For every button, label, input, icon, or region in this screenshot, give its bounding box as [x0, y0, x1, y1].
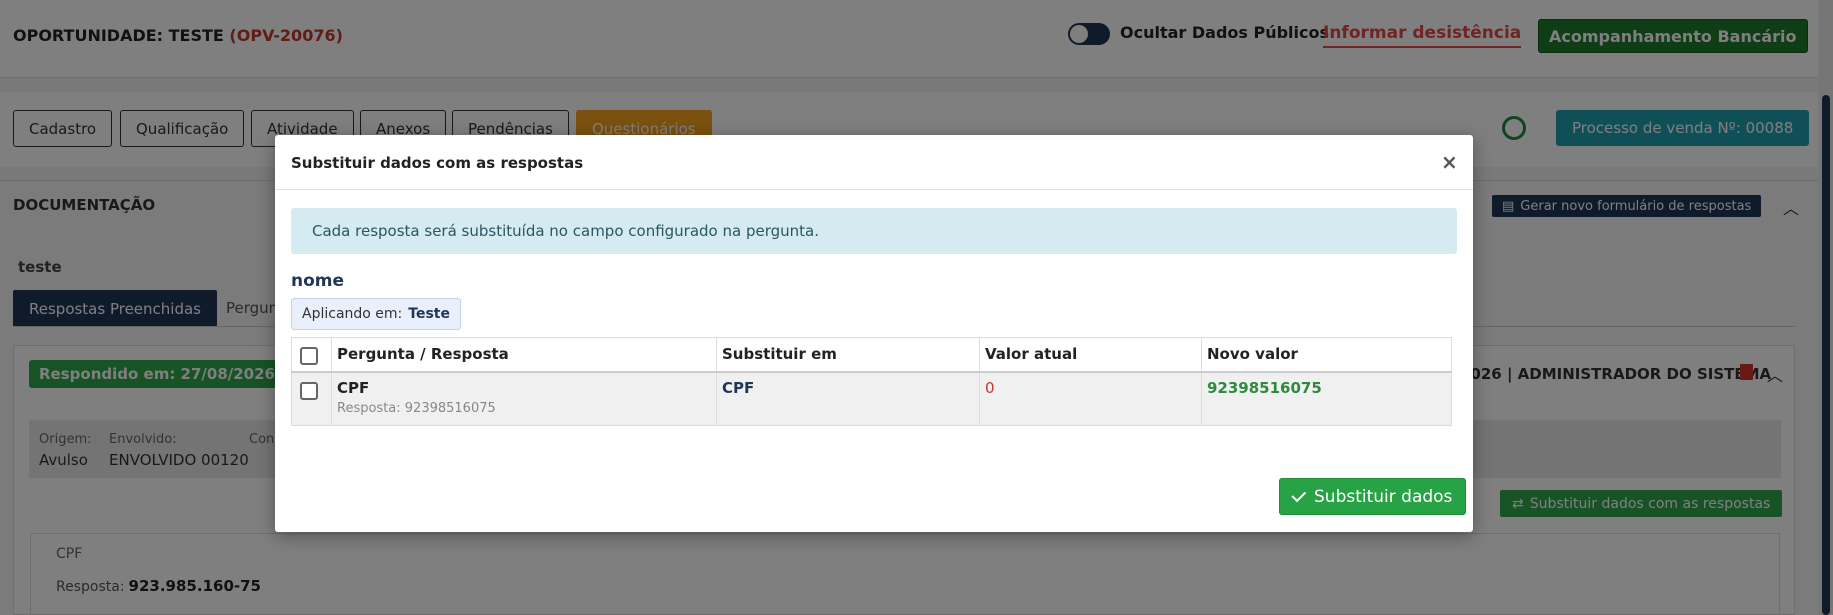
modal-title: Substituir dados com as respostas — [291, 154, 584, 172]
column-header-current-value: Valor atual — [979, 337, 1202, 373]
answers-table: Pergunta / Resposta Substituir em Valor … — [291, 337, 1452, 426]
applying-value: Teste — [408, 306, 450, 322]
confirm-substitute-button[interactable]: Substituir dados — [1279, 478, 1467, 515]
row-check-cell — [291, 371, 332, 426]
field-name: nome — [291, 271, 345, 291]
substitute-modal: Substituir dados com as respostas × Cada… — [275, 135, 1473, 532]
current-value-cell: 0 — [979, 371, 1202, 426]
applying-badge: Aplicando em: Teste — [291, 298, 461, 330]
new-value-cell: 92398516075 — [1201, 371, 1452, 426]
applying-label: Aplicando em: — [302, 306, 403, 322]
select-all-cell — [291, 337, 332, 373]
column-header-replace-in: Substituir em — [716, 337, 980, 373]
question-text: CPF — [337, 378, 370, 397]
check-icon — [1291, 486, 1307, 502]
close-icon[interactable]: × — [1441, 150, 1458, 174]
replace-in-cell: CPF — [716, 371, 980, 426]
modal-header: Substituir dados com as respostas × — [275, 135, 1473, 190]
row-checkbox[interactable] — [300, 381, 318, 400]
select-all-checkbox[interactable] — [300, 346, 318, 365]
table-row: CPF Resposta: 92398516075 CPF 0 92398516… — [291, 371, 1452, 426]
confirm-substitute-label: Substituir dados — [1314, 486, 1453, 507]
column-header-new-value: Novo valor — [1201, 337, 1452, 373]
info-alert: Cada resposta será substituída no campo … — [291, 208, 1457, 254]
answer-text: Resposta: 92398516075 — [337, 400, 496, 416]
question-cell: CPF Resposta: 92398516075 — [331, 371, 717, 426]
table-header-row: Pergunta / Resposta Substituir em Valor … — [291, 337, 1452, 373]
column-header-question: Pergunta / Resposta — [331, 337, 717, 373]
